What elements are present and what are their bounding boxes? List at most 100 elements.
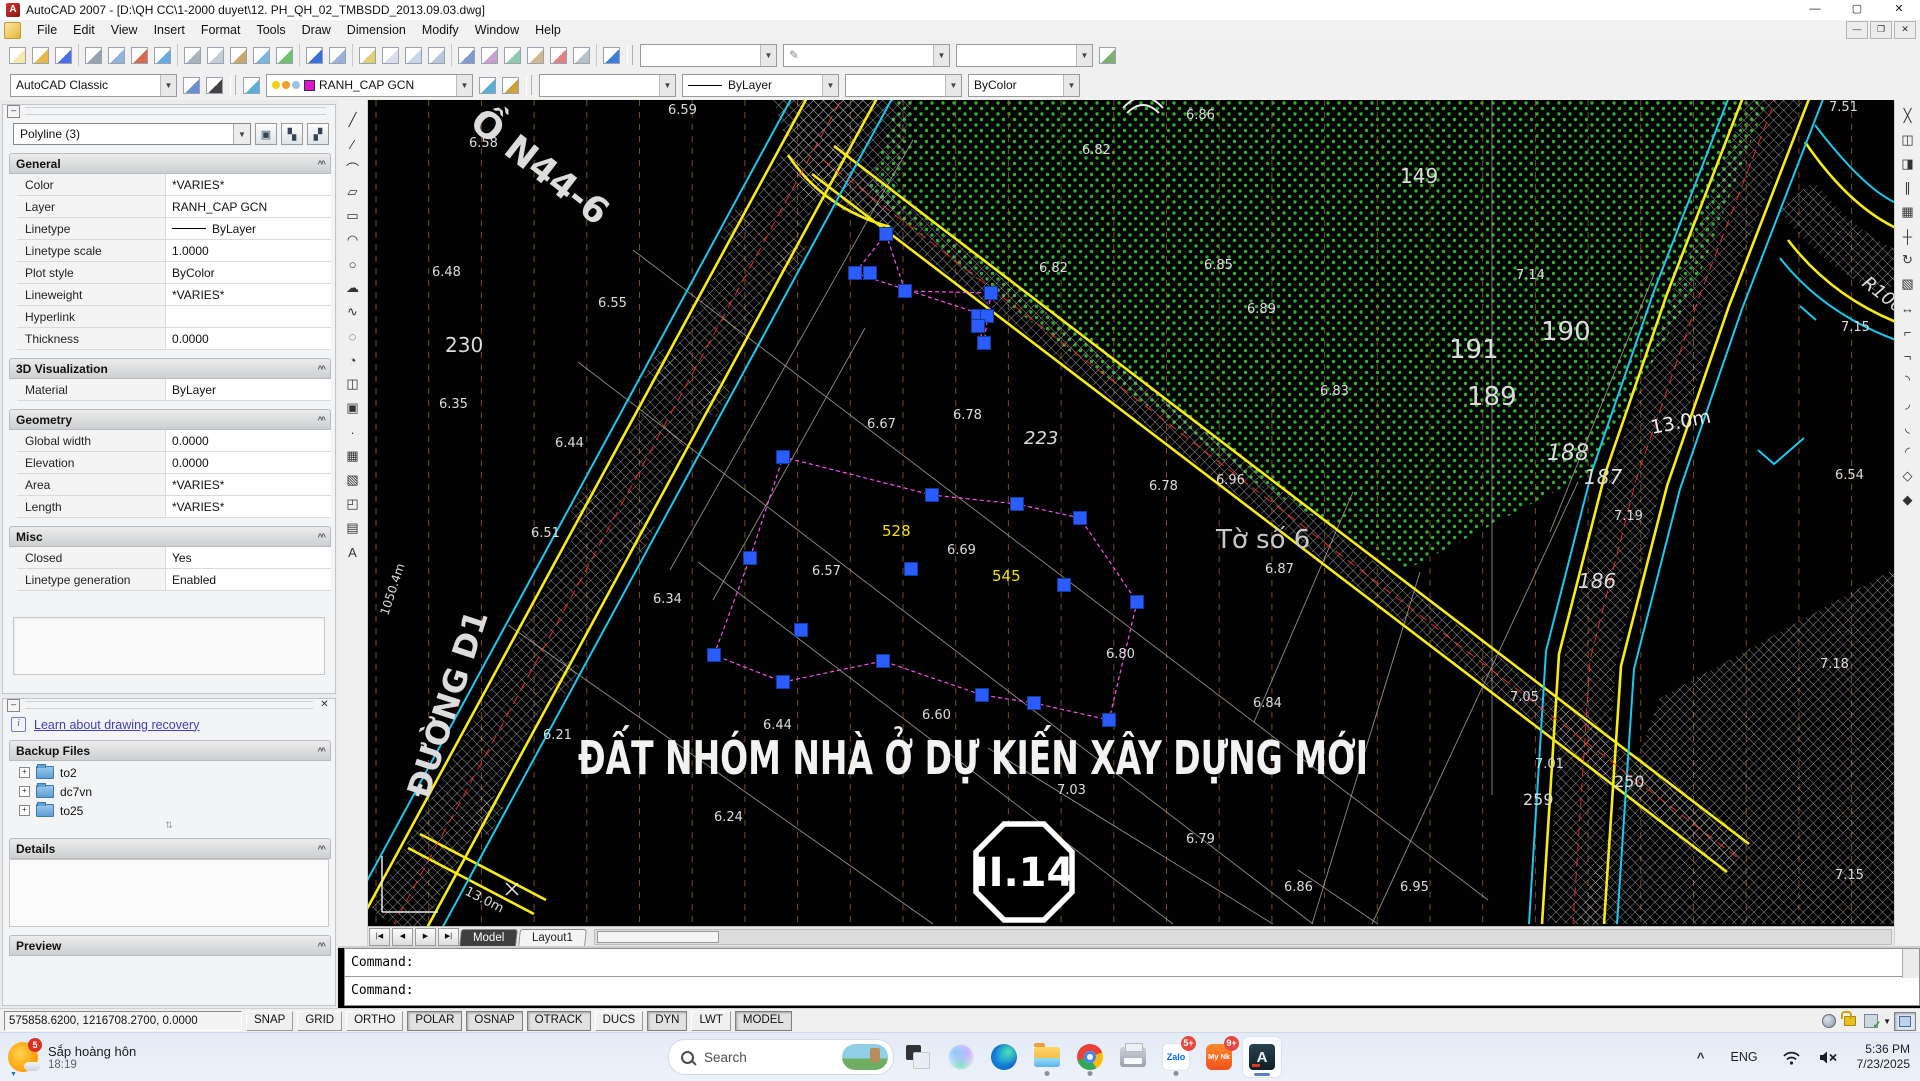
menu-format[interactable]: Format: [193, 23, 249, 37]
region-button[interactable]: ◰: [341, 492, 365, 516]
explode-button[interactable]: ◆: [1896, 488, 1920, 512]
help-button[interactable]: [600, 44, 623, 67]
move-button[interactable]: ┼: [1896, 224, 1920, 248]
backup-folder-to2[interactable]: +to2: [19, 763, 335, 782]
recovery-collapse-button[interactable]: –: [7, 699, 20, 712]
ellipse-button[interactable]: ◌: [341, 324, 365, 348]
menu-help[interactable]: Help: [527, 23, 569, 37]
file-sheet-icon[interactable]: [4, 22, 21, 39]
copy-object-button[interactable]: ◫: [1896, 128, 1920, 152]
language-indicator[interactable]: ENG: [1731, 1050, 1758, 1064]
weather-widget[interactable]: 5 ▼ Sắp hoàng hôn 18:19: [8, 1042, 188, 1072]
trim-button[interactable]: ⌐: [1896, 320, 1920, 344]
mdi-close-button[interactable]: ✕: [1894, 21, 1916, 39]
plot-preview-button[interactable]: [105, 44, 128, 67]
point-button[interactable]: ·: [341, 420, 365, 444]
property-value[interactable]: [166, 306, 331, 327]
property-value[interactable]: ByLayer: [166, 218, 331, 239]
insert-block-button[interactable]: ◫: [341, 372, 365, 396]
recovery-close-icon[interactable]: ✕: [318, 699, 331, 712]
offset-button[interactable]: ∥: [1896, 176, 1920, 200]
tab-last-button[interactable]: ▶|: [438, 928, 459, 946]
3d-dwf-button[interactable]: [151, 44, 174, 67]
paste-button[interactable]: [227, 44, 250, 67]
match-properties-button[interactable]: [250, 44, 273, 67]
cut-button[interactable]: [181, 44, 204, 67]
property-row-linetype-generation[interactable]: Linetype generationEnabled: [17, 569, 331, 591]
copy-button[interactable]: [204, 44, 227, 67]
expand-icon[interactable]: +: [19, 786, 30, 797]
menu-dimension[interactable]: Dimension: [339, 23, 414, 37]
toggle-pickadd-button[interactable]: ▣: [255, 123, 277, 145]
redo-button[interactable]: [326, 44, 349, 67]
property-row-closed[interactable]: ClosedYes: [17, 547, 331, 569]
construction-line-button[interactable]: ∕: [341, 132, 365, 156]
property-row-linetype-scale[interactable]: Linetype scale1.0000: [17, 240, 331, 262]
minimize-button[interactable]: —: [1794, 0, 1836, 20]
start-button[interactable]: [624, 1040, 658, 1074]
tab-next-button[interactable]: ▶: [415, 928, 436, 946]
linetype-combo[interactable]: ByLayer▼: [682, 74, 839, 97]
layer-manager-button[interactable]: [240, 74, 263, 97]
zoom-window-button[interactable]: [402, 44, 425, 67]
wifi-icon[interactable]: [1782, 1050, 1801, 1065]
object-type-combo[interactable]: Polyline (3)▼: [13, 123, 251, 145]
section-header-geometry[interactable]: Geometry^^: [9, 409, 331, 430]
property-row-elevation[interactable]: Elevation0.0000: [17, 452, 331, 474]
markup-button[interactable]: [547, 44, 570, 67]
property-value[interactable]: ByColor: [166, 262, 331, 283]
tool-palettes-button[interactable]: [501, 44, 524, 67]
status-toggle-snap[interactable]: SNAP: [246, 1011, 293, 1031]
menu-insert[interactable]: Insert: [146, 23, 193, 37]
save-button[interactable]: [52, 44, 75, 67]
clock[interactable]: 5:36 PM 7/23/2025: [1857, 1042, 1910, 1072]
property-row-layer[interactable]: LayerRANH_CAP GCN: [17, 196, 331, 218]
status-toggle-ortho[interactable]: ORTHO: [346, 1011, 403, 1031]
quick-select-button[interactable]: ▞: [307, 123, 329, 145]
property-row-color[interactable]: Color*VARIES*: [17, 174, 331, 196]
drawing-canvas[interactable]: 6.586.596.486.556.356.446.516.346.216.24…: [368, 100, 1894, 926]
property-row-area[interactable]: Area*VARIES*: [17, 474, 331, 496]
property-row-thickness[interactable]: Thickness0.0000: [17, 328, 331, 350]
menu-edit[interactable]: Edit: [65, 23, 103, 37]
tab-model[interactable]: Model: [459, 929, 518, 947]
menu-file[interactable]: File: [29, 23, 65, 37]
menu-tools[interactable]: Tools: [248, 23, 293, 37]
fillet-button[interactable]: ◇: [1896, 464, 1920, 488]
property-value[interactable]: 0.0000: [166, 328, 331, 349]
polyline-button[interactable]: ⌒: [341, 156, 365, 180]
zalo-taskbar-button[interactable]: Zalo5+: [1157, 1037, 1195, 1077]
backup-files-header[interactable]: Backup Files^^: [9, 740, 331, 761]
property-value[interactable]: *VARIES*: [166, 284, 331, 305]
properties-collapse-button[interactable]: –: [7, 105, 20, 118]
backup-folder-to25[interactable]: +to25: [19, 801, 335, 820]
multiline-text-button[interactable]: A: [341, 540, 365, 564]
break-button[interactable]: ◞: [1896, 392, 1920, 416]
zoom-previous-button[interactable]: [425, 44, 448, 67]
preview-header[interactable]: Preview^^: [9, 935, 331, 956]
dim-style-combo[interactable]: ✎▼: [783, 44, 950, 67]
drawing-recovery-link[interactable]: Learn about drawing recovery: [34, 718, 199, 732]
stretch-button[interactable]: ↔: [1896, 296, 1920, 320]
property-row-lineweight[interactable]: Lineweight*VARIES*: [17, 284, 331, 306]
property-value[interactable]: *VARIES*: [166, 474, 331, 495]
plot-style-combo[interactable]: ByColor▼: [968, 74, 1080, 97]
ellipse-arc-button[interactable]: ◔: [341, 348, 365, 372]
undo-button[interactable]: [303, 44, 326, 67]
line-button[interactable]: ╱: [341, 108, 365, 132]
status-toggle-osnap[interactable]: OSNAP: [466, 1011, 522, 1031]
designcenter-button[interactable]: [478, 44, 501, 67]
property-value[interactable]: ByLayer: [166, 379, 331, 400]
color-combo[interactable]: ▼: [539, 74, 676, 97]
style-manager-button[interactable]: [1096, 44, 1119, 67]
property-value[interactable]: 1.0000: [166, 240, 331, 261]
menu-window[interactable]: Window: [467, 23, 527, 37]
property-row-hyperlink[interactable]: Hyperlink: [17, 306, 331, 328]
lineweight-combo[interactable]: ▼: [845, 74, 962, 97]
mynk-taskbar-button[interactable]: My Nk9+: [1200, 1037, 1238, 1077]
coordinates-readout[interactable]: 575858.6200, 1216708.2700, 0.0000: [4, 1011, 242, 1031]
workspace-combo[interactable]: AutoCAD Classic▼: [10, 74, 177, 97]
status-toggle-otrack[interactable]: OTRACK: [527, 1011, 591, 1031]
open-button[interactable]: [29, 44, 52, 67]
annotation-scale-icon[interactable]: [1862, 1013, 1880, 1029]
